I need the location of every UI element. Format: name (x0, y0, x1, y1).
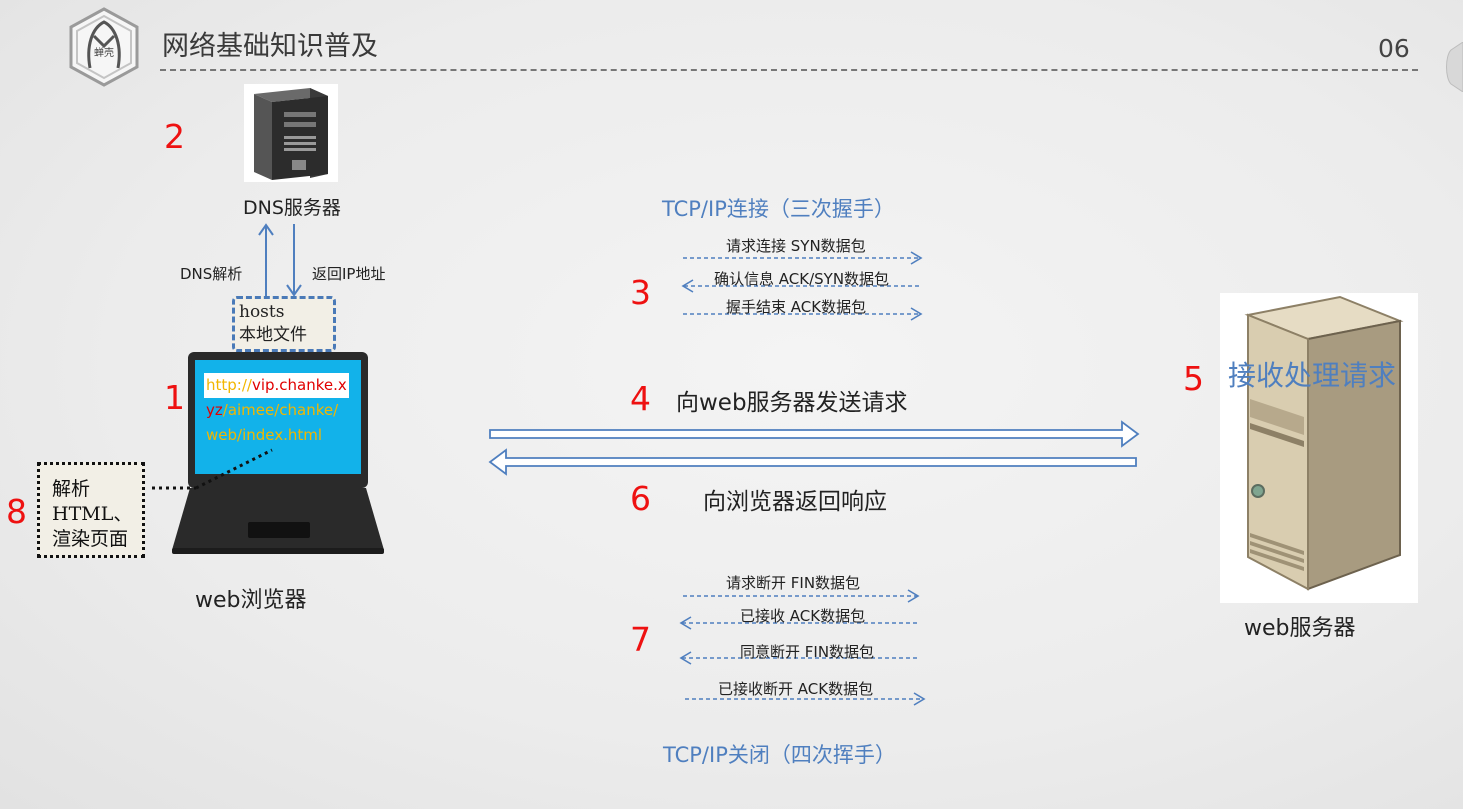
step-number-3: 3 (630, 273, 651, 312)
parse-line-3: 渲染页面 (52, 528, 129, 550)
teardown-title: TCP/IP关闭（四次挥手） (663, 743, 896, 767)
parse-connector (152, 448, 273, 490)
web-browser-label: web浏览器 (195, 588, 307, 613)
teardown-packet-1: 请求断开 FIN数据包 (726, 574, 861, 592)
handshake-packet-2: 确认信息 ACK/SYN数据包 (714, 270, 890, 288)
parse-line-1: 解析 (52, 478, 91, 500)
request-arrow (489, 420, 1140, 448)
handshake-packet-3: 握手结束 ACK数据包 (726, 298, 867, 316)
hosts-file-box: hosts 本地文件 (232, 296, 336, 352)
request-response-arrows (488, 420, 1140, 476)
url-line-2: yz/aimee/chanke/ (204, 398, 354, 423)
corner-tab (1446, 42, 1463, 92)
handshake-title: TCP/IP连接（三次握手） (662, 197, 895, 221)
url-line-1: http://vip.chanke.x (204, 373, 349, 398)
teardown-packet-4: 已接收断开 ACK数据包 (718, 680, 874, 698)
web-server-icon (1220, 293, 1418, 603)
page-title: 网络基础知识普及 (162, 31, 378, 62)
receive-process-label: 接收处理请求 (1228, 359, 1397, 392)
dns-lookup-arrows (258, 223, 302, 297)
step-number-1: 1 (164, 378, 185, 417)
step-number-5: 5 (1183, 359, 1204, 398)
dns-resolve-label: DNS解析 (180, 265, 243, 283)
dns-server-icon (244, 84, 338, 182)
url-host-tld: yz (206, 401, 223, 419)
response-label: 向浏览器返回响应 (703, 489, 887, 515)
url-path: /aimee/chanke/ (222, 401, 339, 419)
response-arrow (488, 448, 1137, 476)
request-label: 向web服务器发送请求 (676, 390, 908, 416)
hosts-line-1: hosts (239, 302, 285, 322)
step-number-7: 7 (630, 620, 651, 659)
url-scheme: http:// (206, 376, 252, 394)
hosts-line-2: 本地文件 (239, 325, 307, 345)
dns-server-label: DNS服务器 (243, 197, 341, 219)
step-number-4: 4 (630, 379, 651, 418)
header-divider (160, 69, 1418, 71)
parse-line-2: HTML、 (52, 503, 133, 525)
browser-address: http://vip.chanke.x yz/aimee/chanke/ web… (204, 373, 354, 448)
handshake-packet-1: 请求连接 SYN数据包 (726, 237, 866, 255)
parse-render-box: 解析 HTML、 渲染页面 (37, 462, 145, 558)
teardown-packet-2: 已接收 ACK数据包 (740, 607, 866, 625)
return-ip-label: 返回IP地址 (312, 265, 386, 283)
teardown-packet-3: 同意断开 FIN数据包 (740, 643, 875, 661)
step-number-8: 8 (6, 492, 27, 531)
step-number-6: 6 (630, 479, 651, 518)
url-host: vip.chanke.x (251, 376, 347, 394)
step-number-2: 2 (164, 117, 185, 156)
web-server-label: web服务器 (1244, 616, 1356, 641)
logo-text: 蝉壳 (94, 46, 114, 59)
url-line-3: web/index.html (206, 426, 323, 444)
page-number: 06 (1378, 34, 1410, 63)
chanke-logo: 蝉壳 (69, 7, 139, 87)
